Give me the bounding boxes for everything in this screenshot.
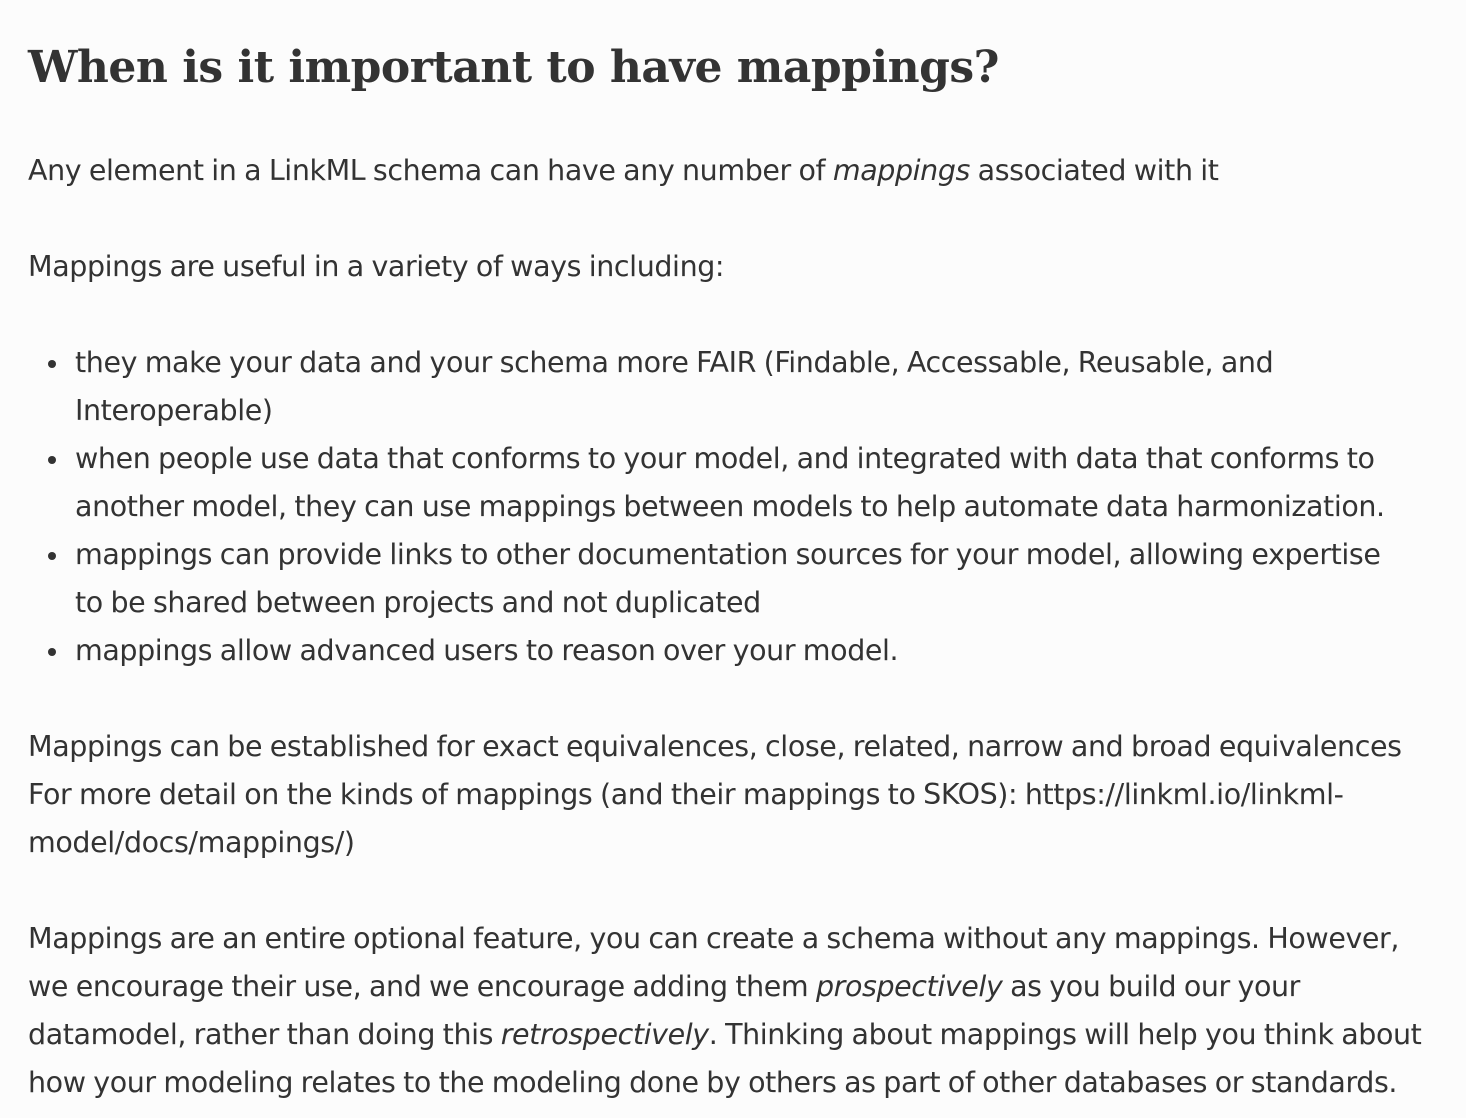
list-item-line: Interoperable) <box>75 394 273 427</box>
useful-intro-paragraph: Mappings are useful in a variety of ways… <box>28 243 1438 291</box>
optional-line: datamodel, rather than doing this retros… <box>28 1011 1438 1059</box>
list-item: when people use data that conforms to yo… <box>28 435 1438 531</box>
optional-text: . Thinking about mappings will help you … <box>708 1018 1422 1051</box>
optional-line: Mappings are an entire optional feature,… <box>28 922 1400 955</box>
list-item-line: when people use data that conforms to yo… <box>75 442 1375 475</box>
useful-intro-text: Mappings are useful in a variety of ways… <box>28 250 725 283</box>
page-title: When is it important to have mappings? <box>28 42 999 93</box>
list-item-line: mappings allow advanced users to reason … <box>75 634 899 667</box>
optional-line: how your modeling relates to the modelin… <box>28 1066 1398 1099</box>
list-item: they make your data and your schema more… <box>28 339 1438 435</box>
optional-feature-paragraph: Mappings are an entire optional feature,… <box>28 915 1438 1107</box>
list-item: mappings allow advanced users to reason … <box>28 627 1438 675</box>
usefulness-list: they make your data and your schema more… <box>28 339 1438 675</box>
list-item-line: to be shared between projects and not du… <box>75 586 761 619</box>
intro-text-after: associated with it <box>969 154 1219 187</box>
list-item-line: another model, they can use mappings bet… <box>75 490 1385 523</box>
retrospectively-emphasis: retrospectively <box>500 1018 709 1051</box>
document-page: When is it important to have mappings? A… <box>0 0 1466 1118</box>
list-item: mappings can provide links to other docu… <box>28 531 1438 627</box>
mapping-kinds-paragraph: Mappings can be established for exact eq… <box>28 723 1438 867</box>
list-item-line: they make your data and your schema more… <box>75 346 1274 379</box>
optional-text: as you build our your <box>1002 970 1300 1003</box>
optional-text: datamodel, rather than doing this <box>28 1018 501 1051</box>
prospectively-emphasis: prospectively <box>815 970 1003 1003</box>
kinds-line: Mappings can be established for exact eq… <box>28 730 1402 763</box>
kinds-line: For more detail on the kinds of mappings… <box>28 778 1344 811</box>
list-item-line: mappings can provide links to other docu… <box>75 538 1381 571</box>
optional-text: we encourage their use, and we encourage… <box>28 970 816 1003</box>
intro-text-before: Any element in a LinkML schema can have … <box>28 154 833 187</box>
kinds-line: model/docs/mappings/) <box>28 826 355 859</box>
optional-line: we encourage their use, and we encourage… <box>28 963 1438 1011</box>
intro-line: Any element in a LinkML schema can have … <box>28 147 1438 195</box>
intro-emphasis: mappings <box>832 154 971 187</box>
intro-paragraph: Any element in a LinkML schema can have … <box>28 147 1438 195</box>
